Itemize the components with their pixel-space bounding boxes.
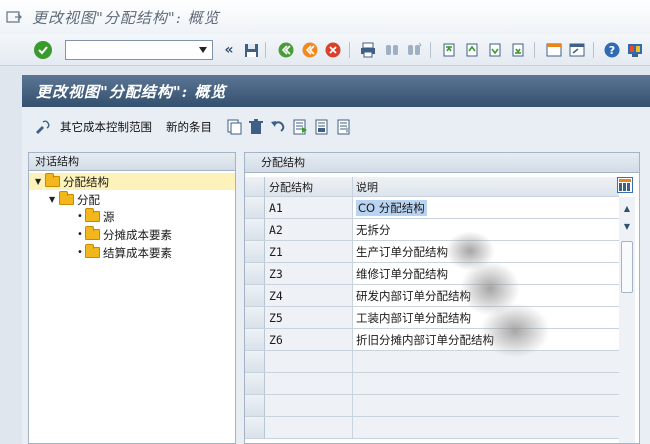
new-session-icon[interactable]	[546, 42, 562, 58]
copy-icon[interactable]	[226, 119, 242, 135]
change-display-icon[interactable]	[34, 120, 52, 134]
table-row-empty[interactable]	[245, 417, 619, 439]
folder-icon	[59, 191, 74, 205]
scroll-down-icon[interactable]: ▼	[619, 219, 635, 233]
save-icon[interactable]	[243, 42, 259, 58]
svg-text:?: ?	[609, 44, 615, 57]
enter-icon[interactable]	[34, 41, 52, 59]
help-icon[interactable]: ?	[604, 42, 620, 58]
folder-open-icon	[45, 173, 60, 187]
command-field[interactable]	[65, 40, 213, 60]
select-block-icon[interactable]	[314, 119, 330, 135]
table-row[interactable]: A2 无拆分	[245, 219, 619, 241]
tree-node-allocation[interactable]: ▼ 分配	[49, 191, 100, 208]
tree-node-allocation-structure[interactable]: ▼ 分配结构	[29, 173, 235, 190]
row-selector[interactable]	[245, 417, 265, 438]
table-row[interactable]: Z4 研发内部订单分配结构	[245, 285, 619, 307]
folder-icon	[85, 208, 100, 222]
window-title-bar: 更改视图"分配结构": 概览	[0, 0, 650, 34]
application-toolbar: 其它成本控制范围 新的条目	[22, 112, 650, 142]
collapse-toolbar-icon[interactable]: «	[221, 42, 237, 58]
cell-structure[interactable]: Z3	[265, 263, 353, 284]
shortcut-icon[interactable]	[569, 42, 585, 58]
folder-icon	[85, 226, 100, 240]
tree-node-settlement-cost-element[interactable]: • 结算成本要素	[75, 244, 172, 261]
table-settings-icon[interactable]	[617, 177, 633, 193]
other-controlling-area-button[interactable]: 其它成本控制范围	[60, 119, 152, 135]
cell-structure[interactable]: Z1	[265, 241, 353, 262]
cell-structure[interactable]: A2	[265, 219, 353, 240]
table-row[interactable]: Z3 维修订单分配结构	[245, 263, 619, 285]
column-header-description[interactable]: 说明	[353, 177, 619, 196]
cell-description-text[interactable]: CO 分配结构	[356, 199, 427, 216]
column-header-structure[interactable]: 分配结构	[265, 177, 353, 196]
table-row-empty[interactable]	[245, 395, 619, 417]
expand-triangle-icon[interactable]: ▼	[49, 195, 59, 204]
table-row[interactable]: Z5 工装内部订单分配结构	[245, 307, 619, 329]
customize-icon[interactable]	[627, 42, 643, 58]
dialog-structure-panel: 对话结构 ▼ 分配结构 ▼ 分配 • 源 • 分摊成本要素 • 结算成本要素	[28, 152, 236, 444]
find-icon[interactable]	[384, 42, 400, 58]
tree-node-label: 分摊成本要素	[103, 227, 172, 242]
table-row[interactable]: Z1 生产订单分配结构	[245, 241, 619, 263]
table-row-empty[interactable]	[245, 351, 619, 373]
row-selector[interactable]	[245, 351, 265, 372]
allocation-structure-table-panel: 分配结构 分配结构 说明 A1 CO 分配结构 A2 无拆分 Z1 生产订单分配…	[244, 152, 640, 444]
delete-icon[interactable]	[248, 119, 264, 135]
last-page-icon[interactable]	[510, 42, 526, 58]
table-row-empty[interactable]	[245, 373, 619, 395]
row-selector[interactable]	[245, 197, 265, 218]
chevron-down-icon[interactable]	[196, 43, 210, 57]
scrollbar-thumb[interactable]	[621, 241, 633, 293]
dialog-structure-title: 对话结构	[29, 153, 235, 171]
tree-node-label: 分配	[77, 192, 100, 207]
select-all-icon[interactable]	[292, 119, 308, 135]
row-selector[interactable]	[245, 219, 265, 240]
print-icon[interactable]	[360, 42, 376, 58]
row-selector[interactable]	[245, 307, 265, 328]
table-vertical-scrollbar[interactable]: ▲ ▼	[619, 197, 635, 443]
first-page-icon[interactable]	[441, 42, 457, 58]
cancel-icon[interactable]	[325, 42, 341, 58]
tree-node-source[interactable]: • 源	[75, 208, 115, 225]
cell-structure[interactable]: Z4	[265, 285, 353, 306]
find-next-icon[interactable]	[406, 42, 422, 58]
screen-header: 更改视图"分配结构": 概览	[22, 75, 650, 107]
row-selector[interactable]	[245, 285, 265, 306]
window-menu-icon[interactable]	[6, 10, 22, 24]
tree-node-label: 分配结构	[63, 174, 109, 189]
scroll-up-icon[interactable]: ▲	[619, 201, 635, 215]
table-header-row: 分配结构 说明	[245, 177, 619, 197]
select-all-rows-button[interactable]	[245, 177, 265, 196]
tree-node-label: 源	[103, 209, 115, 224]
new-entries-button[interactable]: 新的条目	[166, 119, 212, 135]
window-title: 更改视图"分配结构": 概览	[32, 8, 220, 27]
cell-description[interactable]: CO 分配结构	[353, 197, 619, 218]
tree-node-assessment-cost-element[interactable]: • 分摊成本要素	[75, 226, 172, 243]
folder-icon	[85, 244, 100, 258]
row-selector[interactable]	[245, 395, 265, 416]
row-selector[interactable]	[245, 329, 265, 350]
cell-structure[interactable]: Z5	[265, 307, 353, 328]
cell-structure[interactable]: Z6	[265, 329, 353, 350]
table-row[interactable]: A1 CO 分配结构	[245, 197, 619, 219]
expand-triangle-icon[interactable]: ▼	[35, 177, 45, 186]
screen-title: 更改视图"分配结构": 概览	[36, 82, 227, 101]
row-selector[interactable]	[245, 241, 265, 262]
table-row[interactable]: Z6 折旧分摊内部订单分配结构	[245, 329, 619, 351]
back-nav-icon[interactable]	[278, 42, 294, 58]
row-selector[interactable]	[245, 373, 265, 394]
table-title: 分配结构	[245, 153, 639, 173]
exit-icon[interactable]	[302, 42, 318, 58]
next-page-icon[interactable]	[487, 42, 503, 58]
row-selector[interactable]	[245, 263, 265, 284]
undo-icon[interactable]	[270, 119, 286, 135]
prev-page-icon[interactable]	[464, 42, 480, 58]
cell-structure[interactable]: A1	[265, 197, 353, 218]
tree-node-label: 结算成本要素	[103, 245, 172, 260]
redaction-blur	[480, 303, 550, 358]
deselect-all-icon[interactable]	[336, 119, 352, 135]
allocation-structure-table: 分配结构 说明 A1 CO 分配结构 A2 无拆分 Z1 生产订单分配结构 Z3…	[245, 177, 619, 439]
